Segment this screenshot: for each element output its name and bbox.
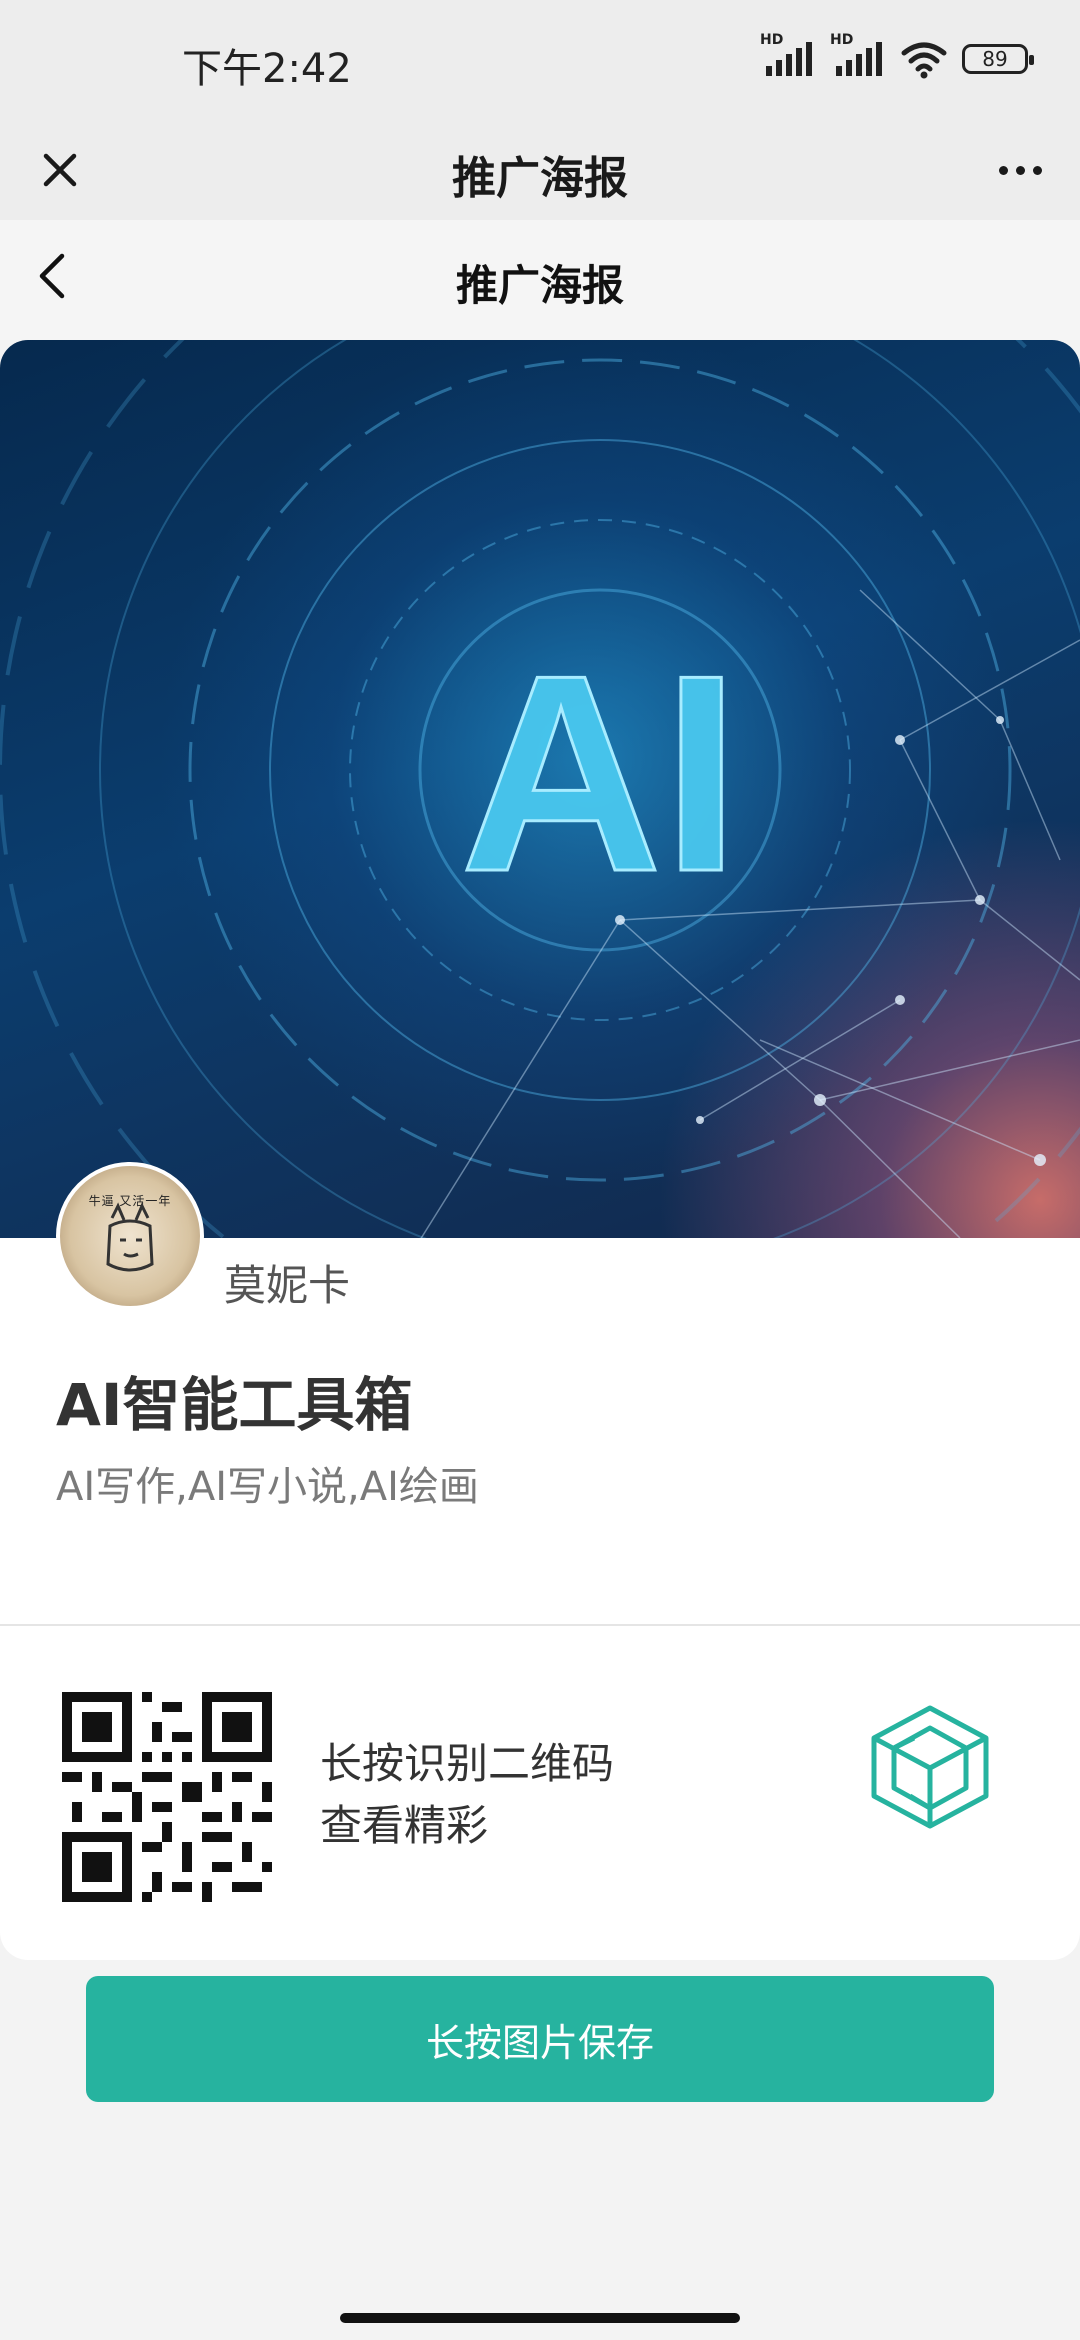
hero-text: AI — [460, 618, 740, 930]
inner-nav-bar: 推广海报 — [0, 220, 1080, 340]
qr-hint-line-1: 长按识别二维码 — [320, 1739, 615, 1788]
signal-icon: HD — [830, 32, 886, 80]
home-indicator[interactable] — [340, 2313, 740, 2323]
status-time: 下午2:42 — [182, 46, 352, 92]
more-button[interactable] — [988, 138, 1052, 202]
save-image-button[interactable]: 长按图片保存 — [86, 1976, 994, 2102]
inner-page-title: 推广海报 — [455, 261, 624, 310]
status-icons: HD HD 89 — [760, 32, 1034, 80]
avatar: 牛逼 又活一年 — [56, 1162, 204, 1310]
hero-image: AI — [0, 340, 1080, 1238]
wifi-icon — [901, 42, 947, 79]
avatar-drawing — [106, 1202, 154, 1272]
more-icon — [1015, 165, 1025, 175]
hero-graphic: AI — [0, 340, 1080, 1238]
status-bar: 下午2:42 HD HD 89 — [0, 0, 1080, 120]
qr-hint-line-2: 查看精彩 — [320, 1801, 489, 1850]
outer-nav-bar: 推广海报 — [0, 120, 1080, 220]
page-title: 推广海报 — [452, 153, 628, 204]
poster-title: AI智能工具箱 — [56, 1371, 413, 1439]
more-icon — [998, 165, 1008, 175]
poster-card[interactable]: AI 牛逼 又活一年 莫妮卡 AI智能工具箱 AI写作,AI写小说,AI绘画 长… — [0, 340, 1080, 1960]
battery-level: 89 — [982, 47, 1008, 71]
brand-logo-icon — [871, 1705, 989, 1829]
qr-code[interactable] — [62, 1692, 272, 1902]
battery-icon: 89 — [962, 44, 1034, 74]
poster-subtitle: AI写作,AI写小说,AI绘画 — [56, 1464, 479, 1510]
signal-icon: HD — [760, 32, 816, 80]
divider — [0, 1624, 1080, 1626]
author-name: 莫妮卡 — [224, 1261, 351, 1310]
more-icon — [1032, 165, 1042, 175]
